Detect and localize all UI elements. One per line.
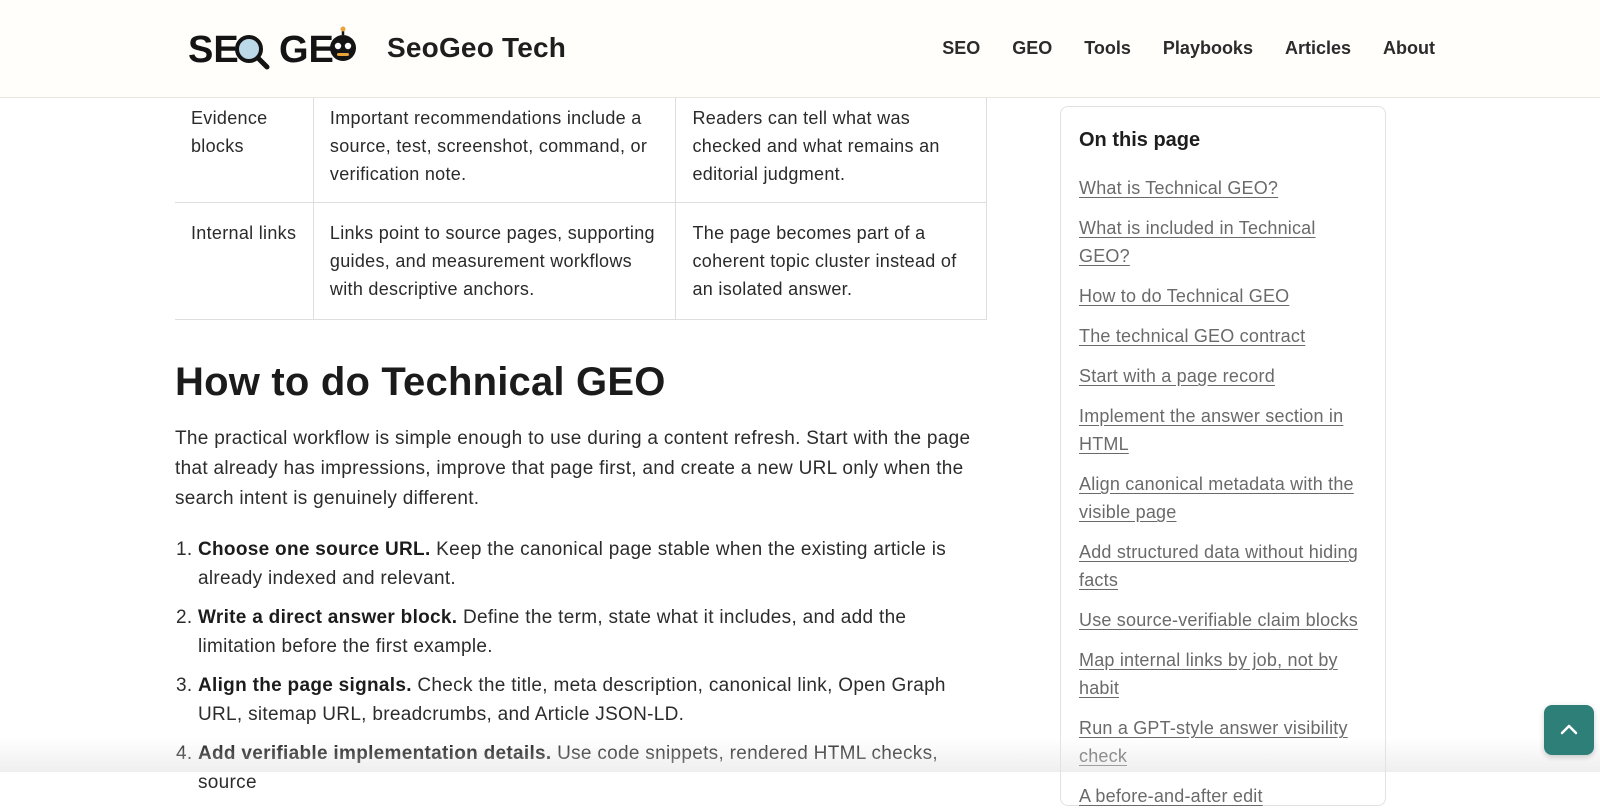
- seo-geo-logo-icon: SE GE: [188, 26, 356, 71]
- nav-seo[interactable]: SEO: [942, 38, 980, 59]
- magnifier-icon: [235, 35, 270, 70]
- toc-item: Map internal links by job, not by habit: [1079, 646, 1367, 702]
- toc-item: Start with a page record: [1079, 362, 1367, 390]
- toc-item: Use source-verifiable claim blocks: [1079, 606, 1367, 634]
- table-cell: Links point to source pages, supporting …: [312, 202, 676, 320]
- toc-item: The technical GEO contract: [1079, 322, 1367, 350]
- toc-item: What is Technical GEO?: [1079, 174, 1367, 202]
- table-cell: Internal links: [175, 202, 314, 320]
- toc-link-what-is-technical-geo[interactable]: What is Technical GEO?: [1079, 178, 1278, 198]
- toc-sidebar: On this page What is Technical GEO? What…: [1060, 106, 1386, 806]
- nav-tools[interactable]: Tools: [1084, 38, 1131, 59]
- chevron-up-icon: [1560, 724, 1578, 735]
- toc-link-visibility-check[interactable]: Run a GPT-style answer visibility check: [1079, 718, 1348, 766]
- steps-list: Choose one source URL. Keep the canonica…: [175, 535, 987, 807]
- table-row: Evidence blocks Important recommendation…: [175, 98, 987, 203]
- nav-articles[interactable]: Articles: [1285, 38, 1351, 59]
- toc-title: On this page: [1079, 129, 1201, 151]
- step-title: Add verifiable implementation details.: [198, 743, 552, 764]
- step-title: Choose one source URL.: [198, 539, 431, 560]
- site-logo[interactable]: SE GE: [188, 26, 360, 72]
- toc-link-before-after[interactable]: A before-and-after edit: [1079, 786, 1263, 806]
- site-header: SE GE SeoGeo Tech SEO GEO Tools Playbook…: [0, 0, 1600, 98]
- step-title: Write a direct answer block.: [198, 607, 458, 628]
- toc-item: Run a GPT-style answer visibility check: [1079, 714, 1367, 770]
- toc-link-canonical-metadata[interactable]: Align canonical metadata with the visibl…: [1079, 474, 1354, 522]
- logo-letters-ge: GE: [279, 29, 334, 71]
- nav-about[interactable]: About: [1383, 38, 1435, 59]
- toc-list: What is Technical GEO? What is included …: [1079, 174, 1367, 810]
- brand-name[interactable]: SeoGeo Tech: [387, 32, 566, 64]
- toc-item: A before-and-after edit: [1079, 782, 1367, 810]
- toc-item: Add structured data without hiding facts: [1079, 538, 1367, 594]
- toc-link-contract[interactable]: The technical GEO contract: [1079, 326, 1305, 346]
- nav-geo[interactable]: GEO: [1012, 38, 1052, 59]
- section-heading: How to do Technical GEO: [175, 360, 666, 404]
- comparison-table: Evidence blocks Important recommendation…: [175, 98, 987, 320]
- toc-link-internal-links[interactable]: Map internal links by job, not by habit: [1079, 650, 1338, 698]
- toc-link-answer-section[interactable]: Implement the answer section in HTML: [1079, 406, 1343, 454]
- list-item: Write a direct answer block. Define the …: [198, 603, 987, 661]
- toc-link-what-is-included[interactable]: What is included in Technical GEO?: [1079, 218, 1316, 266]
- table-cell: Important recommendations include a sour…: [312, 98, 676, 203]
- nav-playbooks[interactable]: Playbooks: [1163, 38, 1253, 59]
- toc-link-page-record[interactable]: Start with a page record: [1079, 366, 1275, 386]
- toc-link-structured-data[interactable]: Add structured data without hiding facts: [1079, 542, 1358, 590]
- main-nav: SEO GEO Tools Playbooks Articles About: [942, 38, 1435, 59]
- logo-letters-se: SE: [188, 29, 239, 71]
- toc-item: What is included in Technical GEO?: [1079, 214, 1367, 270]
- toc-item: Implement the answer section in HTML: [1079, 402, 1367, 458]
- intro-paragraph: The practical workflow is simple enough …: [175, 428, 971, 509]
- toc-link-claim-blocks[interactable]: Use source-verifiable claim blocks: [1079, 610, 1358, 630]
- table-cell: The page becomes part of a coherent topi…: [675, 202, 987, 320]
- step-title: Align the page signals.: [198, 675, 412, 696]
- list-item: Add verifiable implementation details. U…: [198, 739, 987, 797]
- list-item: Choose one source URL. Keep the canonica…: [198, 535, 987, 593]
- toc-item: How to do Technical GEO: [1079, 282, 1367, 310]
- table-row: Internal links Links point to source pag…: [175, 202, 987, 320]
- list-item: Align the page signals. Check the title,…: [198, 671, 987, 729]
- table-cell: Evidence blocks: [175, 98, 314, 203]
- toc-item: Align canonical metadata with the visibl…: [1079, 470, 1367, 526]
- table-cell: Readers can tell what was checked and wh…: [675, 98, 987, 203]
- toc-link-how-to[interactable]: How to do Technical GEO: [1079, 286, 1289, 306]
- back-to-top-button[interactable]: [1544, 705, 1594, 755]
